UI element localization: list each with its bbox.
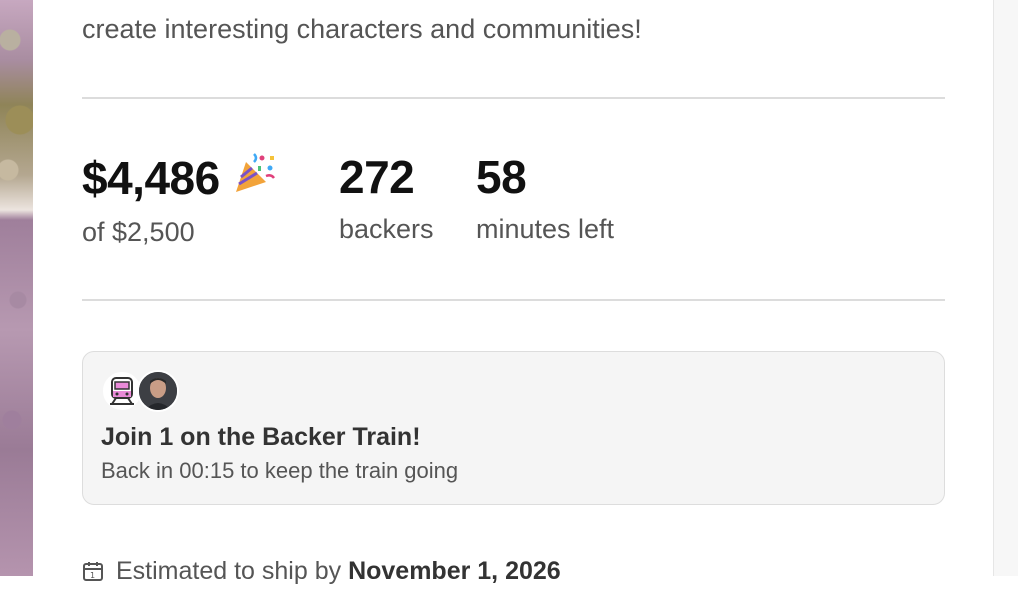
backer-train-card[interactable]: Join 1 on the Backer Train! Back in 00:1… — [82, 351, 945, 505]
stat-pledged: $4,486 of $2,500 — [82, 150, 276, 247]
campaign-image-edge — [0, 0, 33, 576]
calendar-icon: 1 — [82, 559, 104, 589]
shipping-prefix: Estimated to ship by — [116, 557, 349, 585]
shipping-estimate: 1 Estimated to ship by November 1, 2026 — [82, 556, 561, 589]
backers-label: backers — [339, 214, 434, 244]
time-left-label: minutes left — [476, 214, 615, 244]
backer-train-subtitle: Back in 00:15 to keep the train going — [101, 458, 459, 483]
shipping-date: November 1, 2026 — [348, 557, 561, 585]
stat-backers: 272 backers — [339, 150, 434, 244]
party-popper-icon — [232, 150, 276, 207]
avatar — [137, 370, 179, 412]
divider-bottom — [82, 299, 945, 301]
right-panel-edge — [993, 0, 1018, 576]
pledge-goal: of $2,500 — [82, 217, 195, 247]
campaign-summary: create interesting characters and commun… — [82, 0, 945, 585]
time-left-value: 58 — [476, 151, 527, 203]
divider-top — [82, 97, 945, 99]
stat-time-left: 58 minutes left — [476, 150, 614, 244]
campaign-description: create interesting characters and commun… — [82, 14, 642, 44]
backer-train-title: Join 1 on the Backer Train! — [101, 423, 421, 451]
pledged-amount: $4,486 — [82, 152, 220, 204]
backers-count: 272 — [339, 151, 415, 203]
